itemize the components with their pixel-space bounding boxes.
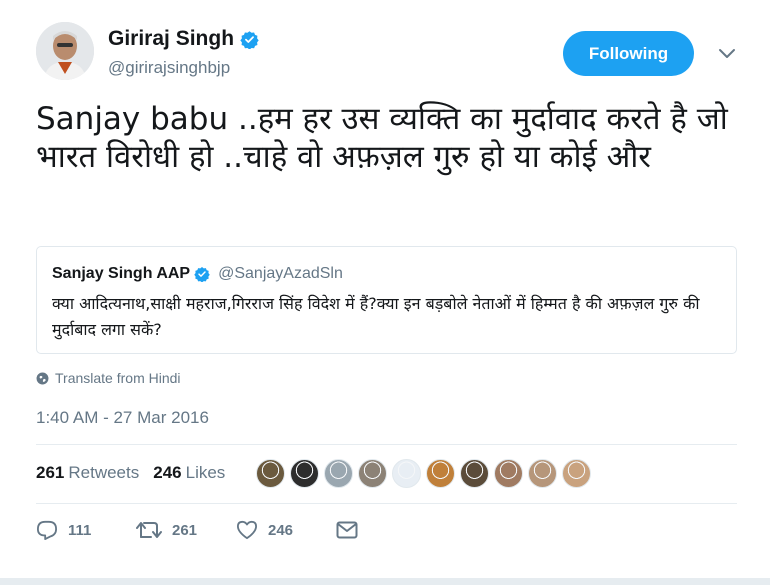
quoted-tweet-text: क्या आदित्यनाथ,साक्षी महराज,गिरराज सिंह … [52, 294, 700, 339]
liker-avatar[interactable] [562, 459, 591, 488]
liker-avatar[interactable] [426, 459, 455, 488]
translate-label[interactable]: Translate from Hindi [55, 370, 181, 386]
liker-avatars [256, 459, 591, 488]
like-count: 246 [268, 521, 294, 539]
author-handle[interactable]: @girirajsinghbjp [108, 58, 230, 78]
translate-link[interactable]: Translate from Hindi [36, 370, 181, 386]
liker-avatar[interactable] [460, 459, 489, 488]
following-button[interactable]: Following [563, 31, 694, 76]
tweet-actions: 111 261 246 [36, 520, 358, 540]
like-button[interactable]: 246 [236, 520, 336, 540]
envelope-icon [336, 521, 358, 539]
liker-avatar[interactable] [256, 459, 285, 488]
liker-avatar[interactable] [494, 459, 523, 488]
tweet-text: Sanjay babu ..हम हर उस व्यक्ति का मुर्दा… [36, 101, 728, 175]
quoted-author-name: Sanjay Singh AAP [52, 265, 191, 282]
retweet-button[interactable]: 261 [136, 520, 236, 540]
globe-icon [36, 372, 49, 384]
liker-avatar[interactable] [358, 459, 387, 488]
liker-avatar[interactable] [290, 459, 319, 488]
likes-label: Likes [185, 463, 226, 482]
direct-message-button[interactable] [336, 521, 358, 539]
chevron-down-icon[interactable] [716, 44, 738, 64]
tweet-timestamp[interactable]: 1:40 AM - 27 Mar 2016 [36, 408, 209, 428]
reply-count: 111 [68, 521, 92, 539]
reply-button[interactable]: 111 [36, 520, 136, 540]
engagement-stats: 261 Retweets 246 Likes [36, 463, 225, 483]
verified-badge-icon [240, 30, 259, 49]
author-name[interactable]: Giriraj Singh [108, 27, 259, 51]
retweet-count: 261 [172, 521, 198, 539]
liker-avatar[interactable] [324, 459, 353, 488]
retweets-count: 261 [36, 463, 65, 482]
reply-icon [37, 520, 57, 540]
retweets-label: Retweets [68, 463, 140, 482]
author-avatar[interactable] [36, 22, 94, 80]
divider [36, 503, 737, 504]
heart-icon [237, 520, 258, 540]
verified-badge-icon [194, 267, 210, 282]
quoted-tweet-card[interactable]: Sanjay Singh AAP @SanjayAzadSln क्या आदि… [36, 246, 737, 354]
liker-avatar[interactable] [392, 459, 421, 488]
author-name-text[interactable]: Giriraj Singh [108, 27, 234, 51]
liker-avatar[interactable] [528, 459, 557, 488]
likes-stat[interactable]: 246 Likes [153, 463, 225, 483]
retweets-stat[interactable]: 261 Retweets [36, 463, 139, 483]
quoted-author-handle: @SanjayAzadSln [218, 265, 343, 282]
divider [36, 444, 737, 445]
retweet-icon [136, 522, 162, 538]
likes-count: 246 [153, 463, 182, 482]
quoted-tweet-header: Sanjay Singh AAP @SanjayAzadSln [52, 265, 343, 283]
bottom-border [0, 578, 770, 585]
